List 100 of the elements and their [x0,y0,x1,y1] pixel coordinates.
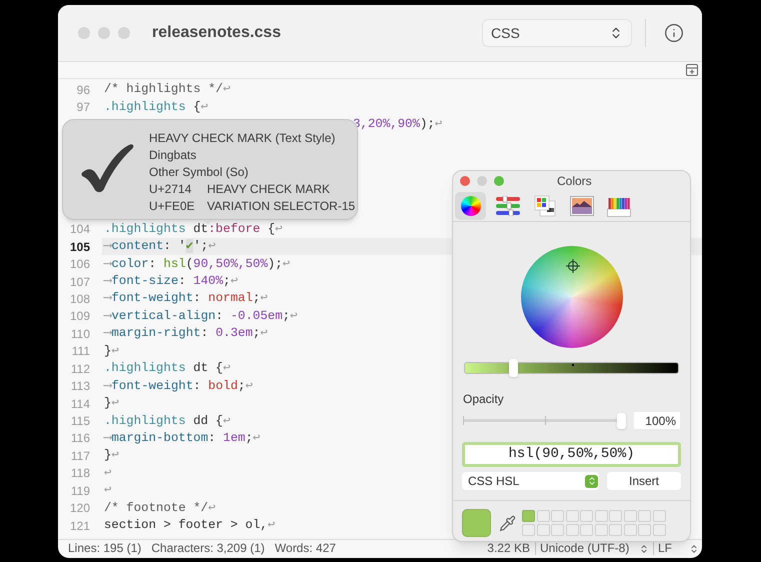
line-number: 106 [70,257,90,272]
line-number: 116 [70,431,90,446]
format-dropdown[interactable]: CSS HSL [462,472,599,490]
word-count: Words: 427 [274,542,336,555]
line-number: 111 [72,344,90,358]
code-line: ⟶content: '✔';↩ [104,240,216,254]
zoom-button[interactable] [118,27,130,39]
character-name: HEAVY CHECK MARK (Text Style) [149,130,336,147]
code-point-name: VARIATION SELECTOR-15 [207,198,356,215]
code-line: /* highlights */↩ [104,83,230,96]
color-swatch[interactable] [536,524,550,536]
color-wheel-icon [460,196,480,216]
landscape-image-icon [570,196,594,216]
color-swatch[interactable] [638,524,651,536]
code-line: ↩ [104,484,112,498]
current-color-well[interactable] [462,509,491,537]
chevron-icon [639,544,649,554]
insert-button[interactable]: Insert [607,472,681,490]
line-number: 96 [76,82,90,97]
line-number: 113 [70,379,90,394]
line-number: 121 [70,518,90,533]
close-button[interactable] [460,176,470,186]
minimize-button[interactable] [98,27,110,39]
code-line: section > footer > ol,↩ [104,519,276,532]
line-count: Lines: 195 (1) [68,542,142,555]
syntax-dropdown[interactable]: CSS [482,19,632,47]
code-line: }↩ [104,449,119,462]
code-line: /* footnote */↩ [104,502,216,515]
split-view-icon[interactable] [686,64,698,76]
line-number: 112 [70,362,90,376]
line-number: 109 [70,309,90,324]
slider-thumb[interactable] [509,359,518,377]
color-swatch[interactable] [594,510,608,522]
color-swatch[interactable] [580,524,593,536]
color-swatch[interactable] [522,524,535,536]
color-swatch[interactable] [522,510,535,522]
color-mode-tab[interactable] [455,192,486,220]
color-value-field[interactable]: hsl(90,50%,50%) [462,442,681,467]
character-group-label: Dingbats [149,147,198,164]
line-number: 105 [70,240,90,254]
code-line: ⟶font-weight: normal;↩ [104,292,268,306]
opacity-slider[interactable] [463,412,626,428]
character-category: Other Symbol (So) [149,164,250,181]
slider-thumb[interactable] [617,412,626,428]
line-number: 119 [70,484,90,498]
palette-grid-icon [534,195,556,217]
code-line: }↩ [104,397,119,410]
line-number: 104 [70,222,90,236]
code-line: ⟶vertical-align: -0.05em;↩ [104,310,298,323]
color-swatch[interactable] [566,510,578,522]
crosshair-icon [566,259,580,273]
color-swatch[interactable] [652,524,666,536]
brightness-slider[interactable] [464,359,679,377]
line-number: 108 [70,292,90,306]
code-line: ⟶margin-right: 0.3em;↩ [104,327,268,340]
code-line: .highlights dt {↩ [104,362,230,376]
code-line: }↩ [104,344,119,358]
line-number: 117 [70,448,90,463]
opacity-label: Opacity [463,391,505,408]
file-size: 3.22 KB [487,542,530,555]
color-swatch[interactable] [594,524,608,536]
code-line: .highlights {↩ [104,100,208,114]
line-number: 114 [70,396,90,411]
color-swatch[interactable] [609,510,622,522]
code-line: ⟶font-size: 140%;↩ [104,275,238,288]
zoom-button[interactable] [494,176,504,186]
code-point: U+2714 [149,181,192,198]
eyedropper-icon[interactable] [499,514,516,532]
color-swatch[interactable] [551,510,564,522]
line-number: 115 [70,414,90,428]
color-swatch[interactable] [536,510,550,522]
sliders-icon [494,196,520,216]
window-title: releasenotes.css [152,23,281,43]
chevron-icon [689,544,699,554]
panel-title: Colors [557,173,592,190]
color-swatch[interactable] [551,524,564,536]
code-line: ↩ [104,466,112,480]
minimize-button[interactable] [477,176,487,186]
pencils-icon [606,195,630,217]
color-swatch[interactable] [624,524,636,536]
code-line: .highlights dt:before {↩ [104,222,283,236]
color-swatch[interactable] [580,510,593,522]
opacity-value-field[interactable]: 100% [634,412,680,429]
color-swatch[interactable] [652,510,666,522]
chevron-icon [586,476,596,486]
close-button[interactable] [78,27,90,39]
color-swatch[interactable] [566,524,578,536]
line-number: 97 [76,100,90,114]
line-number: 118 [70,466,90,480]
code-line: ⟶margin-bottom: 1em;↩ [104,432,260,445]
color-swatch[interactable] [638,510,651,522]
code-line: 3,20%,90%);↩ [353,118,442,132]
character-count: Characters: 3,209 (1) [151,542,265,555]
line-number: 110 [70,326,90,341]
color-swatch[interactable] [624,510,636,522]
color-swatch[interactable] [609,524,622,536]
info-button[interactable] [664,23,684,43]
code-point-name: HEAVY CHECK MARK [207,181,330,198]
line-number: 120 [70,501,90,516]
code-line: ⟶color: hsl(90,50%,50%);↩ [104,258,290,271]
